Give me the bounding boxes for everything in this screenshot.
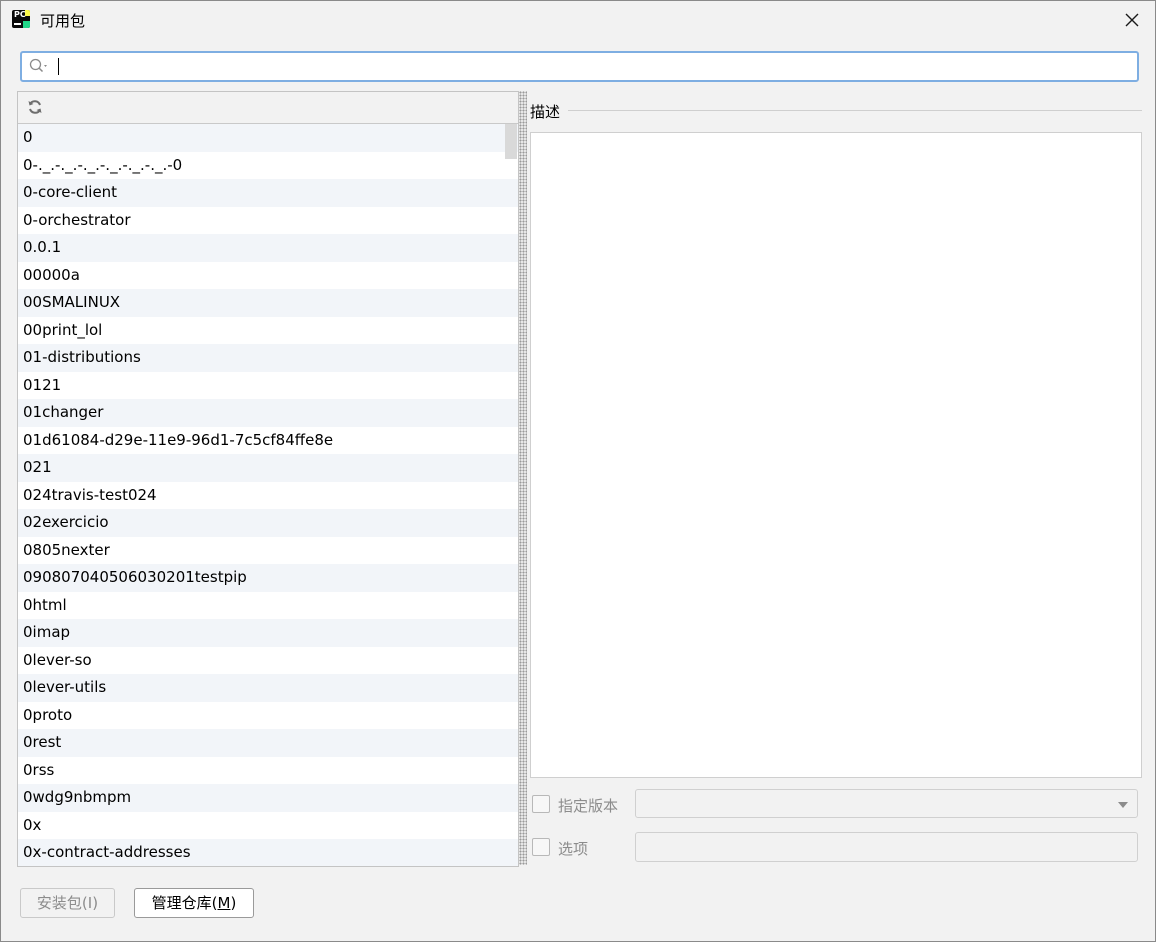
list-item[interactable]: 01-distributions xyxy=(18,344,518,372)
description-separator xyxy=(568,110,1142,111)
list-item[interactable]: 00print_lol xyxy=(18,316,518,344)
list-item[interactable]: 0lever-so xyxy=(18,646,518,674)
list-scrollbar-thumb[interactable] xyxy=(505,124,517,159)
list-item[interactable]: 0x xyxy=(18,811,518,839)
package-list-panel: 0 0-._.-._.-._.-._.-._.-._.-0 0-core-clien… xyxy=(17,91,519,867)
specify-version-label: 指定版本 xyxy=(558,797,619,815)
manage-button-mnemonic: M xyxy=(217,894,231,912)
list-item[interactable]: 0805nexter xyxy=(18,536,518,564)
search-input[interactable] xyxy=(56,55,1130,79)
install-package-button[interactable]: 安装包(I) xyxy=(20,888,115,918)
list-item[interactable]: 0proto xyxy=(18,701,518,729)
list-item[interactable]: 0html xyxy=(18,591,518,619)
specify-version-checkbox[interactable] xyxy=(532,795,550,813)
list-item[interactable]: 090807040506030201testpip xyxy=(18,564,518,592)
list-item[interactable]: 0 xyxy=(18,124,518,152)
list-item[interactable]: 0-core-client xyxy=(18,179,518,207)
pycharm-app-icon: PC xyxy=(12,10,30,28)
list-item[interactable]: 0x-contract-addresses xyxy=(18,839,518,866)
list-toolbar xyxy=(18,92,518,124)
window-title: 可用包 xyxy=(40,12,86,30)
list-item[interactable]: 00000a xyxy=(18,261,518,289)
title-bar: PC 可用包 xyxy=(1,1,1155,39)
description-label: 描述 xyxy=(530,103,561,121)
list-item[interactable]: 0rest xyxy=(18,729,518,757)
list-item[interactable]: 00SMALINUX xyxy=(18,289,518,317)
list-item[interactable]: 0imap xyxy=(18,619,518,647)
list-item[interactable]: 01d61084-d29e-11e9-96d1-7c5cf84ffe8e xyxy=(18,426,518,454)
options-field[interactable] xyxy=(635,832,1138,862)
list-item[interactable]: 024travis-test024 xyxy=(18,481,518,509)
search-box[interactable] xyxy=(20,51,1139,82)
version-select[interactable] xyxy=(635,789,1138,818)
description-area xyxy=(530,132,1142,778)
manage-button-suffix: ) xyxy=(230,894,237,912)
manage-button-prefix: 管理仓库( xyxy=(151,894,218,912)
list-item[interactable]: 0-._.-._.-._.-._.-._.-._.-0 xyxy=(18,151,518,179)
list-item[interactable]: 0lever-utils xyxy=(18,674,518,702)
close-icon xyxy=(1125,13,1139,27)
list-item[interactable]: 02exercicio xyxy=(18,509,518,537)
list-item[interactable]: 0wdg9nbmpm xyxy=(18,784,518,812)
text-caret xyxy=(58,58,59,75)
refresh-icon[interactable] xyxy=(27,99,43,115)
list-item[interactable]: 0-orchestrator xyxy=(18,206,518,234)
package-list[interactable]: 0 0-._.-._.-._.-._.-._.-._.-0 0-core-clien… xyxy=(18,124,518,866)
close-button[interactable] xyxy=(1109,1,1155,39)
options-label: 选项 xyxy=(558,840,589,858)
options-checkbox[interactable] xyxy=(532,838,550,856)
list-item[interactable]: 0121 xyxy=(18,371,518,399)
available-packages-dialog: PC 可用包 0 0-._.-._.-._.-._.-._.-._.-0 0-co xyxy=(0,0,1156,942)
list-item[interactable]: 0.0.1 xyxy=(18,234,518,262)
manage-repositories-button[interactable]: 管理仓库(M) xyxy=(134,888,254,918)
chevron-down-icon xyxy=(1118,802,1128,808)
list-item[interactable]: 01changer xyxy=(18,399,518,427)
list-item[interactable]: 0rss xyxy=(18,756,518,784)
list-item[interactable]: 021 xyxy=(18,454,518,482)
panel-splitter[interactable] xyxy=(519,91,527,865)
search-icon xyxy=(29,58,47,73)
